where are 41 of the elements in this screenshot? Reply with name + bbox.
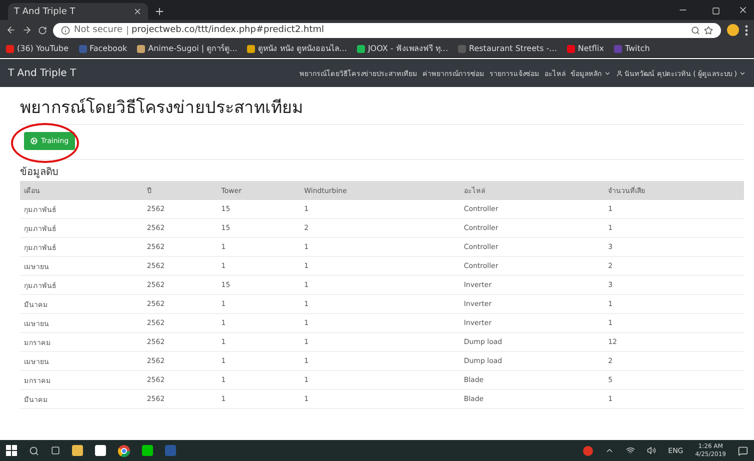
close-icon[interactable] [738, 5, 748, 15]
network-icon[interactable] [626, 446, 636, 455]
close-icon[interactable] [133, 7, 142, 16]
volume-icon[interactable] [647, 446, 656, 455]
highlight-ellipse [11, 123, 79, 163]
folder-icon[interactable] [72, 445, 83, 456]
star-icon[interactable] [704, 26, 713, 34]
caret-icon [739, 70, 746, 76]
forward-icon[interactable] [22, 25, 32, 35]
reload-icon[interactable] [38, 26, 47, 34]
chevron-up-icon[interactable] [605, 446, 614, 455]
menu-icon[interactable] [745, 24, 748, 36]
security-label: Not secure [74, 25, 123, 35]
bookmark-link[interactable]: ดูหนัง หนัง ดูหนังออนไล... [247, 42, 347, 55]
brand-link[interactable]: T And Triple T [8, 68, 76, 78]
bookmark-link[interactable]: JOOX - ฟังเพลงฟรี ทุ... [356, 42, 448, 55]
bookmark-link[interactable]: Anime-Sugoi | ดูการ์ตู... [137, 42, 238, 55]
browser-tab[interactable]: T And Triple T [8, 3, 148, 20]
browser-icon[interactable] [118, 444, 130, 456]
bookmark-link[interactable]: Twitch [614, 44, 650, 53]
windows-icon[interactable] [6, 445, 17, 456]
back-icon[interactable] [6, 25, 16, 35]
task-view-icon[interactable] [51, 446, 60, 455]
tray-app-icon[interactable] [583, 446, 594, 456]
section-label: ข้อมูลดิบ [20, 166, 59, 179]
maximize-icon[interactable] [712, 7, 720, 15]
tab-title: T And Triple T [14, 6, 76, 16]
bookmark-link[interactable]: Facebook [78, 44, 128, 53]
page-title: พยากรณ์โดยวิธีโครงข่ายประสาทเทียม [20, 93, 744, 125]
bookmark-link[interactable]: (36) YouTube [6, 44, 68, 53]
caret-icon [604, 70, 611, 76]
url-text: projectweb.co/ttt/index.php#predict2.html [132, 25, 324, 35]
search-icon[interactable] [691, 26, 700, 34]
address-field[interactable]: Not secure projectweb.co/ttt/index.php#predict2.html [53, 22, 721, 38]
notification-icon[interactable] [738, 446, 748, 456]
bookmark-link[interactable]: Netflix [566, 44, 604, 53]
user-icon [616, 70, 623, 76]
new-tab-icon[interactable] [154, 6, 165, 17]
profile-avatar[interactable] [727, 24, 739, 36]
bookmark-link[interactable]: Restaurant Streets -... [458, 44, 557, 53]
info-icon [61, 26, 70, 34]
